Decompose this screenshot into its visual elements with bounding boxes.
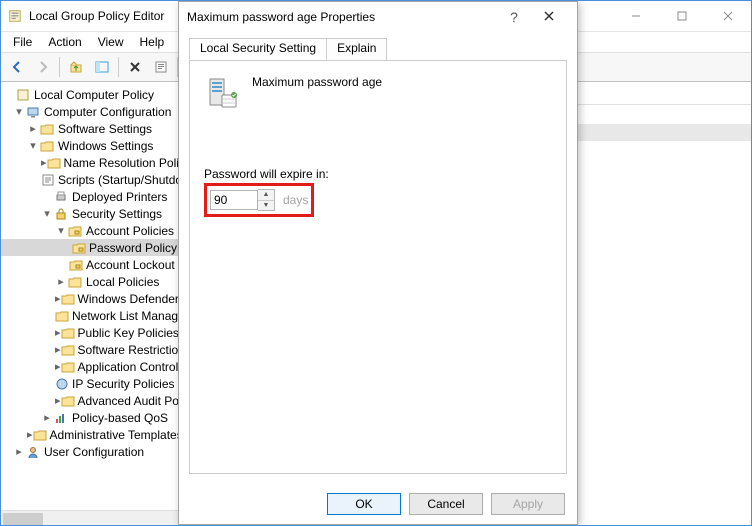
spin-down-icon[interactable]: ▼ [258,201,274,211]
folder-icon [61,393,75,409]
collapse-icon[interactable]: ▾ [41,207,53,220]
qos-icon [53,410,69,426]
tree-node[interactable]: ▸Policy-based QoS [1,409,181,426]
folder-icon [61,325,75,341]
tab-panel: Maximum password age Password will expir… [189,60,567,474]
ipsec-icon [55,376,69,392]
expand-icon[interactable]: ▸ [55,275,67,288]
lock-icon [53,206,69,222]
folder-icon [39,138,55,154]
expand-icon[interactable]: ▸ [13,445,25,458]
context-help-button[interactable]: ? [499,9,529,25]
collapse-icon[interactable]: ▾ [27,139,39,152]
spin-up-icon[interactable]: ▲ [258,190,274,201]
policy-folder-icon [69,257,83,273]
folder-icon [55,308,69,324]
days-input[interactable] [210,190,258,210]
tree-node[interactable]: Account Lockout Policy [1,256,181,273]
maximize-button[interactable] [659,1,705,31]
tree-node[interactable]: ▸Local Policies [1,273,181,290]
tree-pane: Local Computer Policy ▾ Computer Configu… [1,82,182,526]
policy-folder-icon [67,274,83,290]
folder-icon [39,121,55,137]
field-label: Password will expire in: [204,167,552,181]
spinner[interactable]: ▲ ▼ [258,189,275,211]
tree-node[interactable]: Network List Manager Policies [1,307,181,324]
tree-root[interactable]: Local Computer Policy [1,86,181,103]
tree-node-selected[interactable]: Password Policy [1,239,181,256]
printer-icon [53,189,69,205]
script-icon [41,172,55,188]
tree-node[interactable]: ▸Advanced Audit Policy Configuration [1,392,181,409]
tree-node[interactable]: ▸Software Restriction Policies [1,341,181,358]
menu-view[interactable]: View [90,33,132,51]
tree-node[interactable]: ▸Software Settings [1,120,181,137]
tree-node[interactable]: IP Security Policies on Local Computer [1,375,181,392]
tab-local-security[interactable]: Local Security Setting [189,38,327,60]
collapse-icon[interactable]: ▾ [55,224,67,237]
folder-icon [61,291,75,307]
tree-node[interactable]: ▸Public Key Policies [1,324,181,341]
expand-icon[interactable]: ▸ [41,411,53,424]
folder-icon [61,359,75,375]
tree-node[interactable]: ▸Application Control Policies [1,358,181,375]
menu-action[interactable]: Action [40,33,89,51]
dialog-button-row: OK Cancel Apply [179,484,577,524]
tree-node[interactable]: ▾ Computer Configuration [1,103,181,120]
user-icon [25,444,41,460]
tree-node[interactable]: ▸Name Resolution Policy [1,154,181,171]
show-hide-tree-button[interactable] [90,55,114,79]
menu-file[interactable]: File [5,33,40,51]
scroll-thumb[interactable] [3,513,43,526]
server-icon [204,75,240,111]
up-button[interactable] [64,55,88,79]
minimize-button[interactable] [613,1,659,31]
policy-folder-icon [67,223,83,239]
app-icon [7,8,23,24]
tree-node[interactable]: ▾Windows Settings [1,137,181,154]
expand-icon[interactable]: ▸ [27,122,39,135]
unit-label: days [283,193,308,207]
tree-node[interactable]: ▸Windows Defender Firewall with Advanced… [1,290,181,307]
computer-icon [25,104,41,120]
dialog-close-button[interactable] [529,10,569,24]
apply-button[interactable]: Apply [491,493,565,515]
menu-help[interactable]: Help [132,33,173,51]
properties-dialog: Maximum password age Properties ? Local … [178,1,578,525]
dialog-title: Maximum password age Properties [187,10,499,24]
tabstrip: Local Security Setting Explain [189,38,567,60]
forward-button[interactable] [31,55,55,79]
folder-icon [47,155,61,171]
tree-node[interactable]: Scripts (Startup/Shutdown) [1,171,181,188]
tree-node[interactable]: Deployed Printers [1,188,181,205]
collapse-icon[interactable]: ▾ [13,105,25,118]
dialog-titlebar: Maximum password age Properties ? [179,2,577,32]
properties-button[interactable] [149,55,173,79]
ok-button[interactable]: OK [327,493,401,515]
policy-name: Maximum password age [252,75,382,89]
tree-node[interactable]: ▾Account Policies [1,222,181,239]
folder-icon [33,427,47,443]
folder-icon [61,342,75,358]
close-button[interactable] [705,1,751,31]
horizontal-scrollbar[interactable] [1,510,181,526]
cancel-button[interactable]: Cancel [409,493,483,515]
delete-button[interactable] [123,55,147,79]
tree-node[interactable]: ▾Security Settings [1,205,181,222]
tab-explain[interactable]: Explain [326,38,387,60]
tree-node[interactable]: ▸Administrative Templates [1,426,181,443]
back-button[interactable] [5,55,29,79]
highlight-annotation: ▲ ▼ days [204,183,314,217]
policy-folder-icon [72,240,86,256]
policy-icon [15,87,31,103]
tree-node[interactable]: ▸User Configuration [1,443,181,460]
